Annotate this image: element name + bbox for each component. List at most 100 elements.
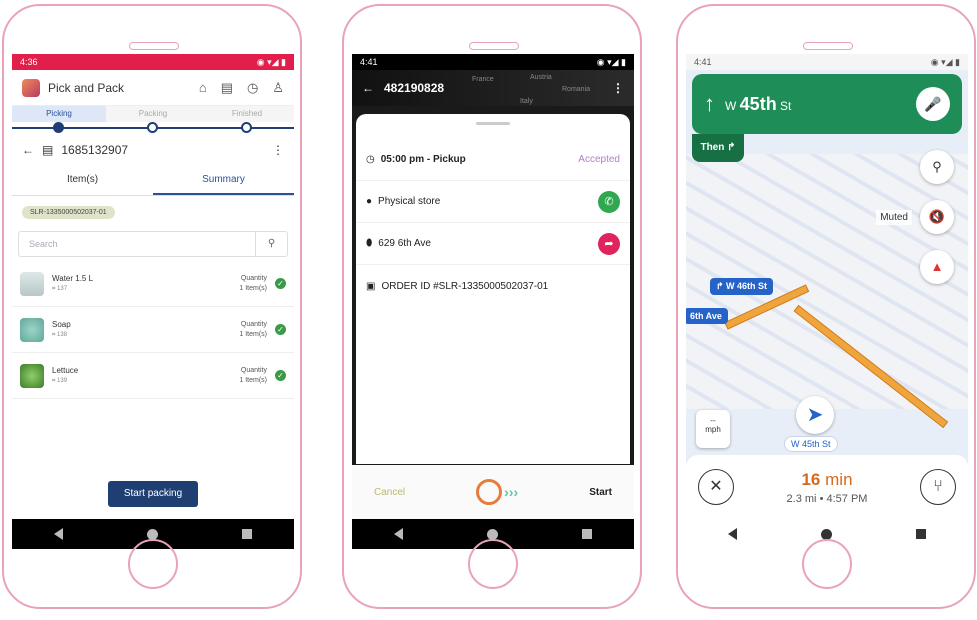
order-id: 482190828 xyxy=(384,81,445,95)
store-address: 629 6th Ave xyxy=(378,238,431,249)
status-icons: ◉ ▾◢ ▮ xyxy=(596,56,626,67)
quantity-label: Quantity xyxy=(240,366,267,374)
more-menu-icon[interactable]: ⋮ xyxy=(272,143,284,157)
app-logo-icon xyxy=(22,78,40,97)
search-icon[interactable]: ⚲ xyxy=(920,150,954,184)
quantity-value: 1 Item(s) xyxy=(239,330,267,338)
home-circle-icon[interactable] xyxy=(487,528,498,540)
compass-icon[interactable]: ▲ xyxy=(920,250,954,284)
step-dot-packing xyxy=(147,122,158,133)
phone-call-icon[interactable]: ✆ xyxy=(598,190,620,213)
street-main: 45th xyxy=(739,93,777,114)
item-code: ⌗ 138 xyxy=(52,332,68,338)
mute-icon[interactable]: 🔇 xyxy=(920,200,954,234)
trip-details: 2.3 mi • 4:57 PM xyxy=(786,492,868,505)
location-pin-icon: ⬮ xyxy=(366,238,373,249)
phone-order-details: 4:41 ◉ ▾◢ ▮ ← 482190828 ⋮ France Austria… xyxy=(342,4,642,609)
next-street: W 46th St xyxy=(726,281,768,291)
check-icon: ✓ xyxy=(275,370,286,381)
screen: 4:41 ◉ ▾◢ ▮ ← 482190828 ⋮ France Austria… xyxy=(352,54,634,549)
directions-icon[interactable]: ➦ xyxy=(598,232,620,255)
app-bar-actions: ⌂ ▤ ◷ ♙ xyxy=(199,80,284,96)
map-label: France xyxy=(472,76,494,83)
item-quantity: Quantity 1 Item(s) xyxy=(239,366,267,386)
back-icon[interactable] xyxy=(54,528,63,540)
back-icon[interactable] xyxy=(394,528,403,540)
pickup-time: 05:00 pm - Pickup xyxy=(380,154,466,165)
sheet-handle[interactable] xyxy=(476,122,510,125)
start-packing-button[interactable]: Start packing xyxy=(108,481,198,507)
status-bar: 4:41 ◉ ▾◢ ▮ xyxy=(352,54,634,70)
order-header: ← ▤ 1685132907 ⋮ xyxy=(12,136,294,164)
quantity-value: 1 Item(s) xyxy=(239,376,267,384)
map-label: Italy xyxy=(520,98,533,105)
soap-image xyxy=(20,317,44,342)
item-code-value: 138 xyxy=(57,332,68,338)
arrival-time: 4:57 PM xyxy=(826,492,868,505)
phone-pick-and-pack: 4:36 ◉ ▾◢ ▮ Pick and Pack ⌂ ▤ ◷ ♙ Pickin… xyxy=(2,4,302,609)
phone-speaker xyxy=(803,42,853,50)
list-item[interactable]: Soap ⌗ 138 Quantity 1 Item(s) ✓ xyxy=(12,307,294,353)
order-sheet: ◷ 05:00 pm - Pickup Accepted ● Physical … xyxy=(356,114,630,464)
step-picking: Picking xyxy=(12,106,106,122)
side-street-tag: 6th Ave xyxy=(686,308,728,324)
back-icon[interactable] xyxy=(728,528,737,540)
muted-label: Muted xyxy=(876,210,912,225)
person-icon: ● xyxy=(366,196,373,207)
search-input[interactable]: Search xyxy=(19,239,255,249)
home-icon[interactable]: ⌂ xyxy=(199,80,207,96)
start-button[interactable]: Start xyxy=(589,487,612,498)
quantity-label: Quantity xyxy=(240,320,267,328)
check-icon: ✓ xyxy=(275,278,286,289)
home-circle-icon[interactable] xyxy=(147,528,158,540)
phone-speaker xyxy=(469,42,519,50)
cancel-button[interactable]: Cancel xyxy=(374,487,405,498)
slider-knob-icon[interactable] xyxy=(476,479,503,505)
alternate-routes-icon[interactable]: ⑂ xyxy=(920,469,956,505)
phone-home-button xyxy=(802,539,852,589)
street-prefix: W xyxy=(725,98,737,113)
step-packing: Packing xyxy=(106,106,200,122)
back-arrow-icon[interactable]: ← xyxy=(362,81,374,95)
quantity-label: Quantity xyxy=(240,274,267,282)
action-footer: Cancel ››› Start xyxy=(352,465,634,519)
map-label: Romania xyxy=(562,86,591,93)
address-row: ⬮ 629 6th Ave ➦ xyxy=(356,223,630,265)
street-suffix: St xyxy=(780,98,792,113)
order-number: 1685132907 xyxy=(61,143,129,157)
list-item[interactable]: Lettuce ⌗ 139 Quantity 1 Item(s) ✓ xyxy=(12,353,294,399)
search-icon[interactable]: ⚲ xyxy=(255,232,287,256)
tab-bar: Item(s) Summary xyxy=(12,164,294,196)
item-quantity: Quantity 1 Item(s) xyxy=(239,320,267,340)
recents-icon[interactable] xyxy=(242,529,252,539)
phone-speaker xyxy=(129,42,179,50)
lettuce-image xyxy=(20,363,44,388)
clock-icon: ◷ xyxy=(366,154,375,165)
map-label: Austria xyxy=(530,74,552,81)
list-item[interactable]: Water 1.5 L ⌗ 137 Quantity 1 Item(s) ✓ xyxy=(12,261,294,307)
recents-icon[interactable] xyxy=(582,529,592,539)
more-menu-icon[interactable]: ⋮ xyxy=(612,81,624,95)
eta-unit: min xyxy=(825,469,853,489)
item-code-value: 139 xyxy=(57,378,68,384)
document-icon[interactable]: ▤ xyxy=(221,80,233,96)
close-icon[interactable]: ✕ xyxy=(698,469,734,505)
recents-icon[interactable] xyxy=(916,529,926,539)
next-street-tag: ↱ W 46th St xyxy=(710,278,774,295)
speed-indicator: -- mph xyxy=(696,410,730,448)
tab-items[interactable]: Item(s) xyxy=(12,164,153,195)
phone-navigation: 4:41 ◉ ▾◢ ▮ ↑ W 45th St 🎤 Then ↱ ⚲ 🔇 Mut… xyxy=(676,4,976,609)
eta-minutes: 16 xyxy=(801,469,821,489)
trip-summary: ✕ 16 min 2.3 mi • 4:57 PM ⑂ xyxy=(686,455,968,519)
user-icon[interactable]: ♙ xyxy=(272,80,284,96)
eta-block: 16 min 2.3 mi • 4:57 PM xyxy=(787,470,868,505)
chevrons-icon: ››› xyxy=(504,484,519,500)
swipe-slider[interactable]: ››› xyxy=(476,479,518,505)
tab-summary[interactable]: Summary xyxy=(153,164,294,195)
store-row: ● Physical store ✆ xyxy=(356,181,630,223)
current-street-label: W 45th St xyxy=(784,436,838,452)
clock-icon[interactable]: ◷ xyxy=(247,80,258,96)
home-circle-icon[interactable] xyxy=(821,528,832,540)
back-arrow-icon[interactable]: ← xyxy=(22,143,34,157)
microphone-icon[interactable]: 🎤 xyxy=(916,87,950,121)
